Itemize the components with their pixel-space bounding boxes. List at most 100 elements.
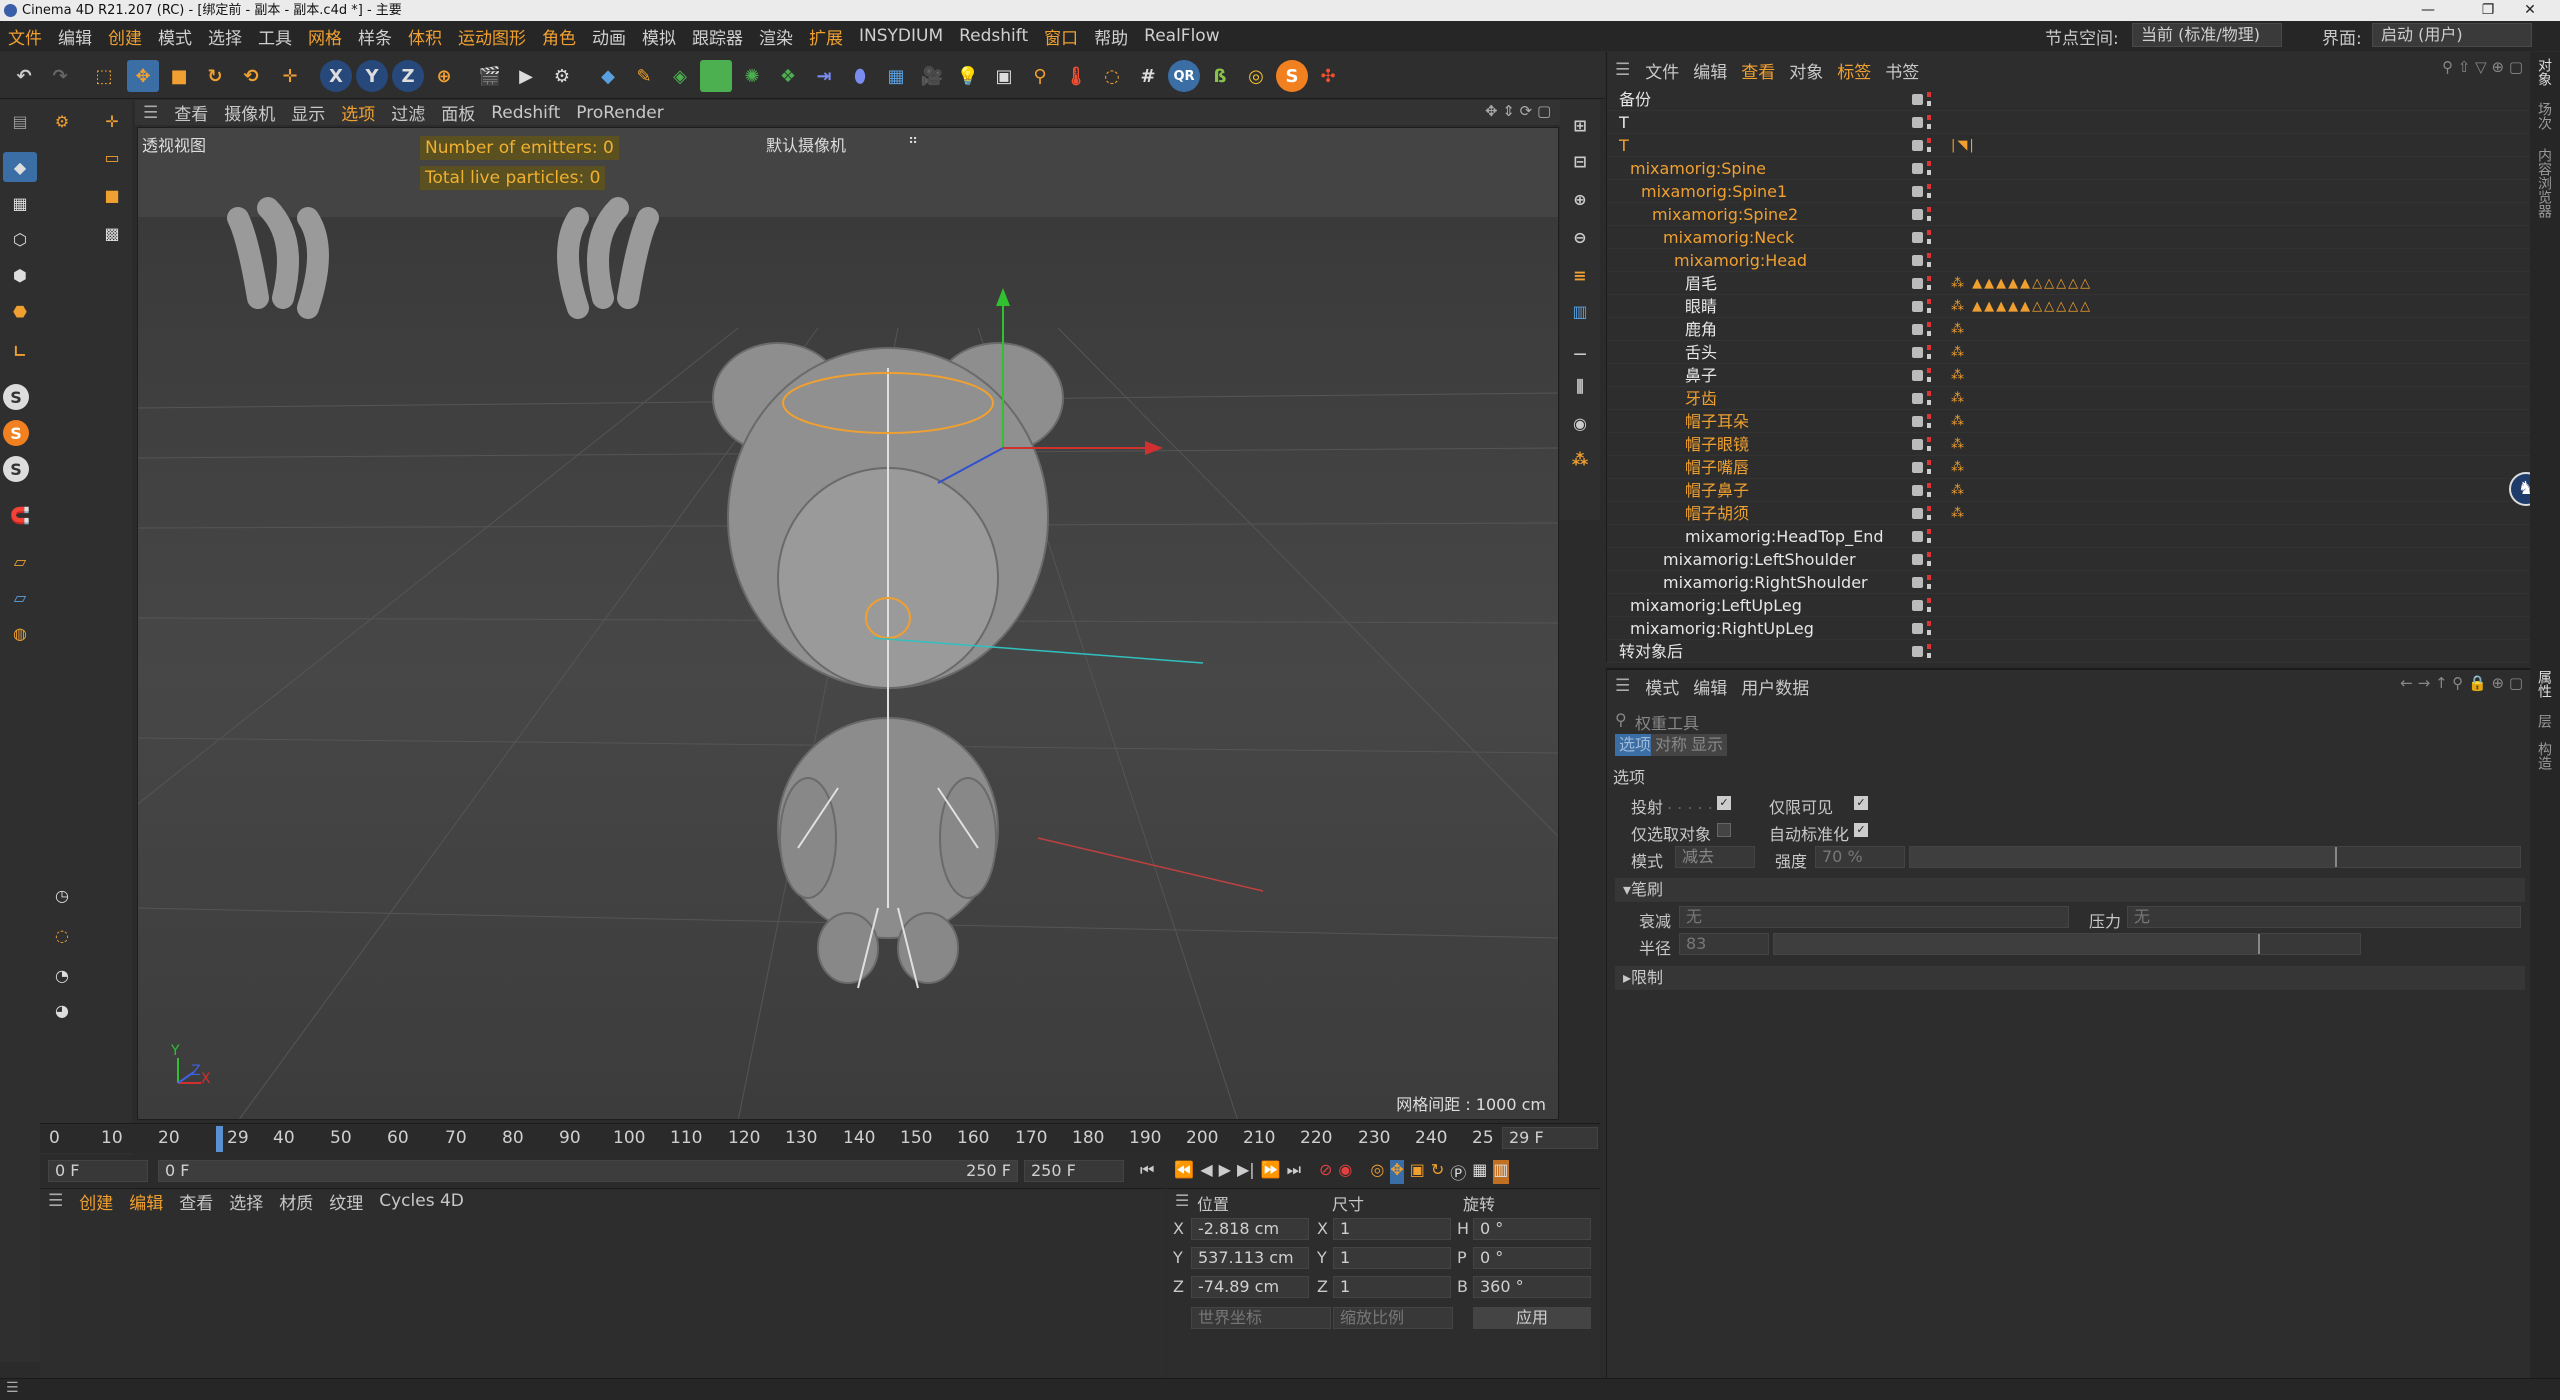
object-tags[interactable]: |◥|: [1951, 134, 1976, 157]
rotation-h-field[interactable]: 0 °: [1473, 1218, 1591, 1240]
projection-checkbox[interactable]: ✓: [1717, 796, 1731, 810]
editor-visibility-dot[interactable]: [1927, 92, 1931, 97]
om-hamburger-icon[interactable]: ☰: [1607, 60, 1638, 80]
menu-character[interactable]: 角色: [534, 24, 584, 49]
scale-tool-icon[interactable]: ■: [163, 60, 195, 92]
limit-section-header[interactable]: ▸限制: [1615, 966, 2525, 990]
visibility-checkbox[interactable]: [1912, 508, 1923, 519]
object-row[interactable]: 帽子鼻子 ⁂: [1607, 479, 2531, 502]
object-row[interactable]: mixamorig:LeftUpLeg: [1607, 594, 2531, 617]
render-visibility-dot[interactable]: [1927, 492, 1931, 497]
menu-file[interactable]: 文件: [0, 24, 50, 49]
render-visibility-dot[interactable]: [1927, 400, 1931, 405]
visibility-checkbox[interactable]: [1912, 347, 1923, 358]
editor-visibility-dot[interactable]: [1927, 322, 1931, 327]
falloff-dropdown[interactable]: 无: [1679, 906, 2069, 928]
rotate-tool-icon[interactable]: ↻: [199, 60, 231, 92]
editor-visibility-dot[interactable]: [1927, 184, 1931, 189]
rotation-b-field[interactable]: 360 °: [1473, 1276, 1591, 1298]
visibility-checkbox[interactable]: [1912, 485, 1923, 496]
close-button[interactable]: ✕: [2500, 0, 2560, 21]
current-frame-field[interactable]: 29 F: [1502, 1127, 1598, 1149]
vp-menu-filter[interactable]: 过滤: [383, 100, 433, 125]
editor-visibility-dot[interactable]: [1927, 575, 1931, 580]
lasso2-tool-icon[interactable]: ◔: [45, 960, 79, 990]
om-menu-file[interactable]: 文件: [1638, 58, 1686, 83]
object-tags[interactable]: ⁂: [1951, 387, 1966, 410]
timeline-menu-icon[interactable]: ▥: [1493, 1160, 1509, 1184]
object-row[interactable]: 舌头 ⁂: [1607, 341, 2531, 364]
model-mode-icon[interactable]: ◆: [3, 152, 37, 182]
perspective-viewport[interactable]: 透视视图 默认摄像机 ⠶ Number of emitters: 0 Total…: [137, 127, 1559, 1120]
object-row[interactable]: mixamorig:LeftShoulder: [1607, 548, 2531, 571]
visibility-checkbox[interactable]: [1912, 140, 1923, 151]
object-tags[interactable]: ⁂: [1951, 433, 1966, 456]
object-row[interactable]: 鼻子 ⁂: [1607, 364, 2531, 387]
object-tags[interactable]: ⁂: [1951, 479, 1966, 502]
x-axis-button[interactable]: X: [320, 60, 352, 92]
menu-create[interactable]: 创建: [100, 24, 150, 49]
mat-menu-edit[interactable]: 编辑: [121, 1189, 171, 1214]
editor-visibility-dot[interactable]: [1927, 276, 1931, 281]
editor-visibility-dot[interactable]: [1927, 391, 1931, 396]
editor-visibility-dot[interactable]: [1927, 483, 1931, 488]
cube-icon[interactable]: ◆: [592, 60, 624, 92]
vp-menu-view[interactable]: 查看: [166, 100, 216, 125]
vp-menu-redshift[interactable]: Redshift: [483, 103, 568, 123]
make-editable-icon[interactable]: ▤: [3, 106, 37, 136]
menu-animate[interactable]: 动画: [584, 24, 634, 49]
object-row[interactable]: 眼睛 ⁂ ▲▲▲▲▲△△△△△: [1607, 295, 2531, 318]
visibility-checkbox[interactable]: [1912, 600, 1923, 611]
visibility-checkbox[interactable]: [1912, 94, 1923, 105]
coord-system-icon[interactable]: ⊕: [428, 60, 460, 92]
autokey-icon[interactable]: ◉: [1338, 1160, 1352, 1184]
texture-mode-icon[interactable]: ▦: [3, 188, 37, 218]
object-row[interactable]: T: [1607, 111, 2531, 134]
object-row[interactable]: 转对象后: [1607, 640, 2531, 663]
render-visibility-dot[interactable]: [1927, 630, 1931, 635]
size-x-field[interactable]: 1: [1333, 1218, 1451, 1240]
mat-menu-texture[interactable]: 纹理: [321, 1189, 371, 1214]
mat-menu-material[interactable]: 材质: [271, 1189, 321, 1214]
apply-button[interactable]: 应用: [1473, 1307, 1591, 1329]
visibility-checkbox[interactable]: [1912, 623, 1923, 634]
visibility-checkbox[interactable]: [1912, 232, 1923, 243]
effector-icon[interactable]: ❖: [772, 60, 804, 92]
cloner-icon[interactable]: ◩: [700, 60, 732, 92]
render-visibility-dot[interactable]: [1927, 423, 1931, 428]
recent-tools-icon[interactable]: ⟲: [235, 60, 267, 92]
paint-icon[interactable]: 🌡: [1060, 60, 1092, 92]
object-tags[interactable]: ⁂: [1951, 502, 1966, 525]
visibility-checkbox[interactable]: [1912, 278, 1923, 289]
snap-s2-icon[interactable]: S: [3, 420, 29, 446]
editor-visibility-dot[interactable]: [1927, 598, 1931, 603]
point-mode-icon[interactable]: ⬡: [3, 224, 37, 254]
menu-render[interactable]: 渲染: [751, 24, 801, 49]
position-y-field[interactable]: 537.113 cm: [1191, 1247, 1309, 1269]
playhead[interactable]: [216, 1126, 223, 1152]
menu-spline[interactable]: 样条: [350, 24, 400, 49]
render-visibility-dot[interactable]: [1927, 170, 1931, 175]
vp-menu-options[interactable]: 选项: [333, 100, 383, 125]
joint-icon[interactable]: ⚲: [1024, 60, 1056, 92]
om-menu-tags[interactable]: 标签: [1830, 58, 1878, 83]
render-view-icon[interactable]: ▶: [510, 60, 542, 92]
next-frame-icon[interactable]: ▶|: [1237, 1160, 1255, 1184]
goto-end-icon[interactable]: ⏭: [1287, 1160, 1301, 1184]
vp-menu-prorender[interactable]: ProRender: [568, 103, 672, 123]
editor-visibility-dot[interactable]: [1927, 138, 1931, 143]
key-pos-icon[interactable]: ✥: [1390, 1160, 1404, 1184]
render-visibility-dot[interactable]: [1927, 101, 1931, 106]
pressure-dropdown[interactable]: 无: [2127, 906, 2521, 928]
render-visibility-dot[interactable]: [1927, 515, 1931, 520]
editor-visibility-dot[interactable]: [1927, 368, 1931, 373]
target-icon[interactable]: ◎: [1240, 60, 1272, 92]
prev-key-icon[interactable]: ⏪: [1174, 1160, 1194, 1184]
attr-hamburger-icon[interactable]: ☰: [1607, 676, 1638, 696]
tab-content-browser[interactable]: 内容浏览器: [2534, 148, 2554, 218]
visibility-checkbox[interactable]: [1912, 370, 1923, 381]
visibility-checkbox[interactable]: [1912, 324, 1923, 335]
object-row[interactable]: T |◥|: [1607, 134, 2531, 157]
visibility-checkbox[interactable]: [1912, 209, 1923, 220]
editor-visibility-dot[interactable]: [1927, 414, 1931, 419]
